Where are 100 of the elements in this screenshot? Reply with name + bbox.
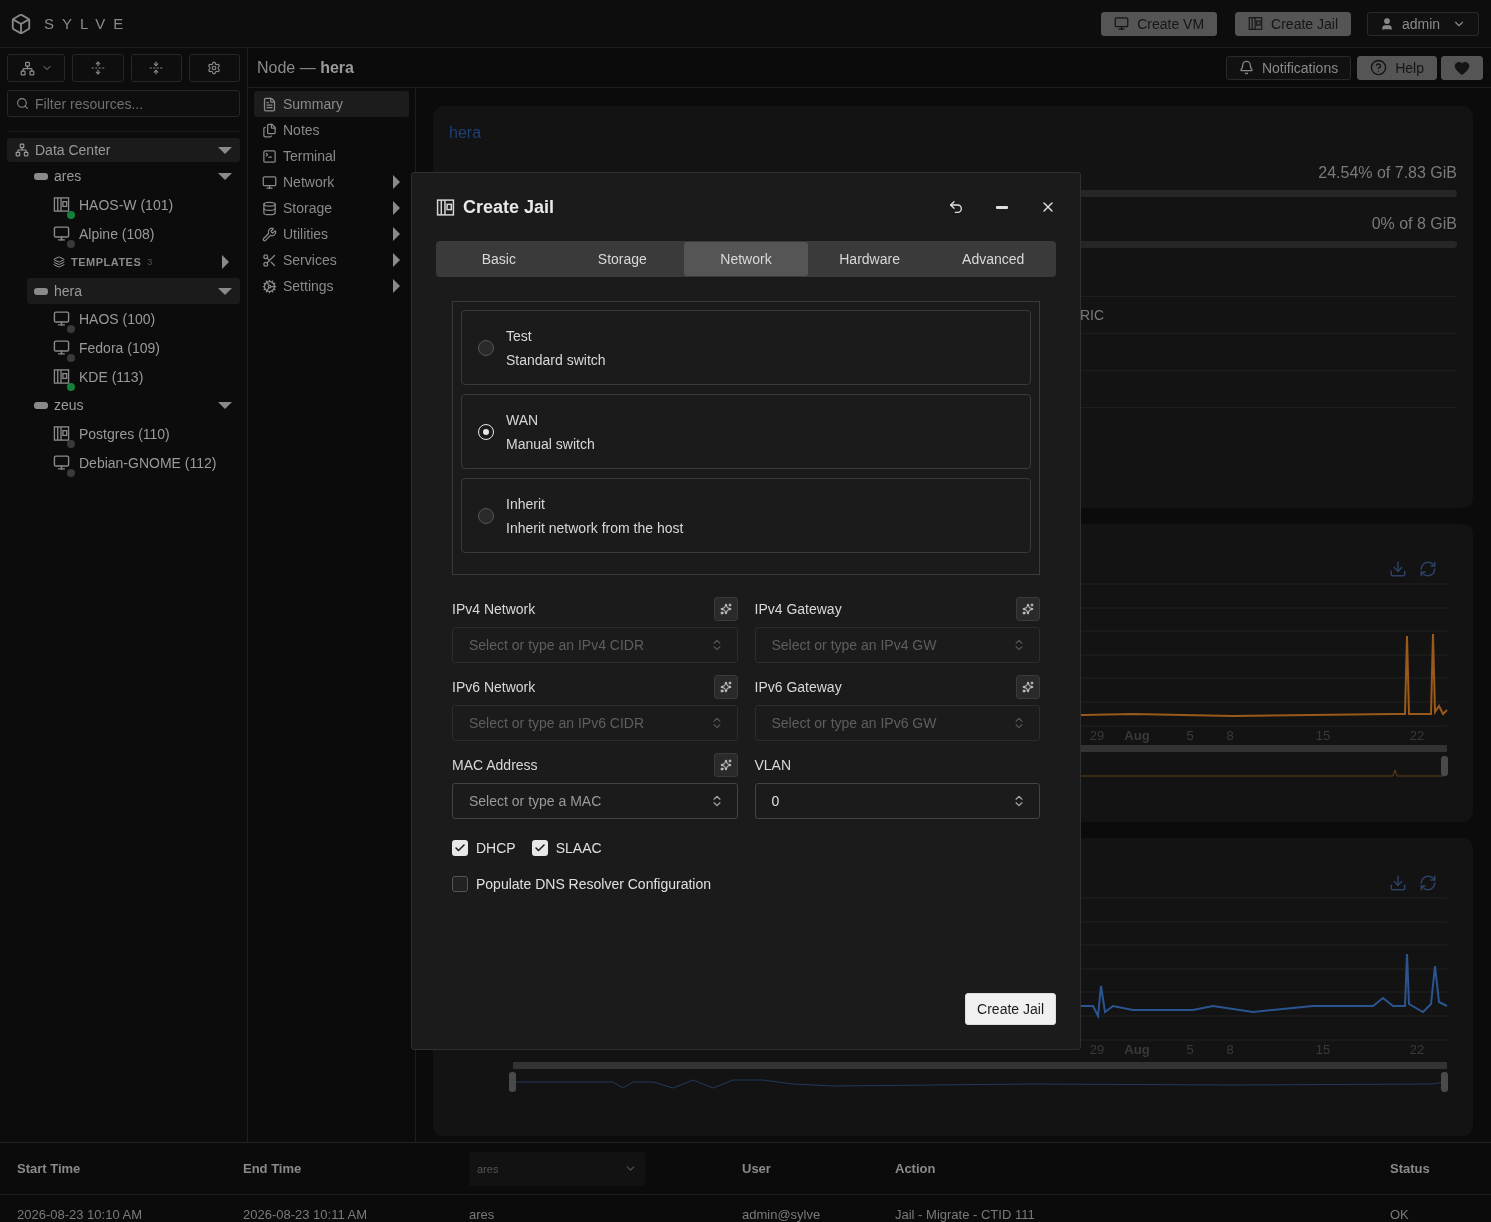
tree-item-label: HAOS (100) — [79, 310, 156, 327]
filter-field[interactable]: Filter resources... — [7, 90, 240, 117]
nav-item-label: Summary — [283, 96, 343, 112]
nav-item-label: Storage — [283, 200, 333, 216]
nav-item[interactable]: Network — [254, 169, 409, 195]
tree-item-label: Fedora (109) — [79, 339, 160, 356]
table-cell-text: Jail - Migrate - CTID 111 — [895, 1206, 1036, 1222]
switch-name: Test — [506, 327, 533, 344]
nav-item-label: Services — [283, 252, 337, 268]
tree-item-label: Postgres (110) — [79, 425, 170, 442]
nav-item[interactable]: Summary — [254, 91, 409, 117]
tree-item[interactable]: hera — [27, 278, 240, 304]
table-cell-text: ares — [469, 1206, 496, 1222]
minimize-icon — [996, 205, 1008, 209]
checkbox-option[interactable]: DHCP — [452, 840, 516, 856]
tree-item[interactable]: zeus — [27, 391, 240, 419]
monitor-icon — [53, 453, 70, 471]
field-label: VLAN — [754, 757, 792, 773]
server-icon — [34, 172, 48, 180]
item-count: 3 — [147, 257, 153, 267]
notifications-button[interactable]: Notifications — [1225, 55, 1352, 80]
select-field[interactable]: Select or type a MAC — [452, 783, 738, 819]
tree-group-label: TEMPLATES — [71, 256, 142, 268]
nav-item-label: Settings — [283, 278, 334, 294]
checkbox[interactable] — [531, 840, 548, 856]
generate-button[interactable] — [713, 753, 738, 777]
user-icon — [1380, 16, 1394, 31]
tree-view-button[interactable] — [7, 54, 66, 82]
expand-caret-icon[interactable] — [218, 401, 232, 409]
document-icon — [262, 96, 277, 112]
checkbox-option[interactable]: SLAAC — [531, 840, 602, 856]
database-icon — [262, 200, 277, 216]
layers-icon — [53, 256, 65, 268]
nav-item[interactable]: Storage — [254, 195, 409, 221]
radio-button[interactable] — [478, 339, 494, 356]
user-menu-button[interactable]: admin — [1367, 11, 1479, 36]
collapse-icon — [149, 61, 164, 75]
tree-item[interactable]: HAOS-W (101) — [7, 190, 240, 219]
tree-item[interactable]: HAOS (100) — [7, 304, 240, 333]
tree-item-label: zeus — [54, 397, 84, 413]
expand-caret-icon[interactable] — [222, 255, 229, 269]
checkbox[interactable] — [452, 876, 468, 892]
switch-description: Inherit network from the host — [506, 519, 684, 536]
tree-item[interactable]: Data Center — [7, 138, 240, 162]
nav-item[interactable]: Terminal — [254, 143, 409, 169]
monitor-icon — [262, 174, 277, 190]
undo-icon — [948, 199, 964, 215]
page-title: Node — hera — [257, 58, 354, 77]
nav-item[interactable]: Utilities — [254, 221, 409, 247]
sparkle-icon — [719, 759, 732, 771]
checkbox-option[interactable]: Populate DNS Resolver Configuration — [452, 876, 711, 892]
expand-caret-icon[interactable] — [218, 172, 232, 180]
tree-item[interactable]: ares — [27, 162, 240, 190]
field-label: IPv6 Gateway — [754, 679, 842, 695]
expand-caret-icon[interactable] — [218, 287, 232, 295]
jail-icon — [1248, 16, 1264, 31]
tab[interactable]: Advanced — [931, 242, 1055, 276]
tab[interactable]: Hardware — [807, 242, 932, 276]
switch-option[interactable]: Test Standard switch — [461, 310, 1031, 385]
create-jail-button[interactable]: Create Jail — [965, 993, 1056, 1025]
minimize-button[interactable] — [996, 205, 1008, 209]
tree-item-label: Debian-GNOME (112) — [79, 454, 217, 471]
tree-item[interactable]: Alpine (108) — [7, 219, 240, 248]
checkbox[interactable] — [452, 840, 468, 856]
settings-icon — [262, 278, 277, 294]
search-icon — [16, 97, 29, 110]
expand-caret-icon[interactable] — [218, 146, 232, 154]
tree-item[interactable]: TEMPLATES 3 — [7, 248, 240, 276]
radio-button[interactable] — [478, 507, 494, 524]
reset-button[interactable] — [948, 199, 964, 215]
nav-item[interactable]: Notes — [254, 117, 409, 143]
switch-description: Manual switch — [506, 435, 595, 452]
tree-item-label: KDE (113) — [79, 368, 144, 385]
help-icon — [1370, 59, 1388, 76]
sparkle-icon — [719, 603, 732, 615]
tree-item-label: Data Center — [35, 142, 111, 158]
tree-item[interactable]: Debian-GNOME (112) — [7, 448, 240, 477]
tab[interactable]: Storage — [560, 242, 685, 276]
nav-item[interactable]: Settings — [254, 273, 409, 299]
info-text: RIC — [1080, 307, 1106, 323]
tab[interactable]: Network — [684, 242, 808, 276]
tree-item[interactable]: Postgres (110) — [7, 419, 240, 448]
check-icon — [454, 842, 466, 854]
table-cell-text: 2026-08-23 10:11 AM — [243, 1206, 369, 1222]
chevrons-icon — [1012, 638, 1026, 652]
scissors-icon — [262, 252, 277, 268]
table-cell-text: 2026-08-23 10:10 AM — [17, 1206, 144, 1222]
tree-item-label: hera — [54, 283, 83, 299]
number-field[interactable]: 0 — [754, 783, 1040, 819]
nav-item[interactable]: Services — [254, 247, 409, 273]
tree-item[interactable]: Fedora (109) — [7, 333, 240, 362]
donate-button[interactable] — [1441, 55, 1483, 80]
switch-option[interactable]: WAN Manual switch — [461, 394, 1031, 469]
tree-item[interactable]: KDE (113) — [7, 362, 240, 391]
jail-icon — [53, 367, 70, 385]
field-label: MAC Address — [452, 757, 538, 773]
switch-option[interactable]: Inherit Inherit network from the host — [461, 478, 1031, 553]
field-label: IPv4 Network — [452, 601, 536, 617]
tab[interactable]: Basic — [437, 242, 561, 276]
settings-button[interactable] — [188, 54, 240, 82]
